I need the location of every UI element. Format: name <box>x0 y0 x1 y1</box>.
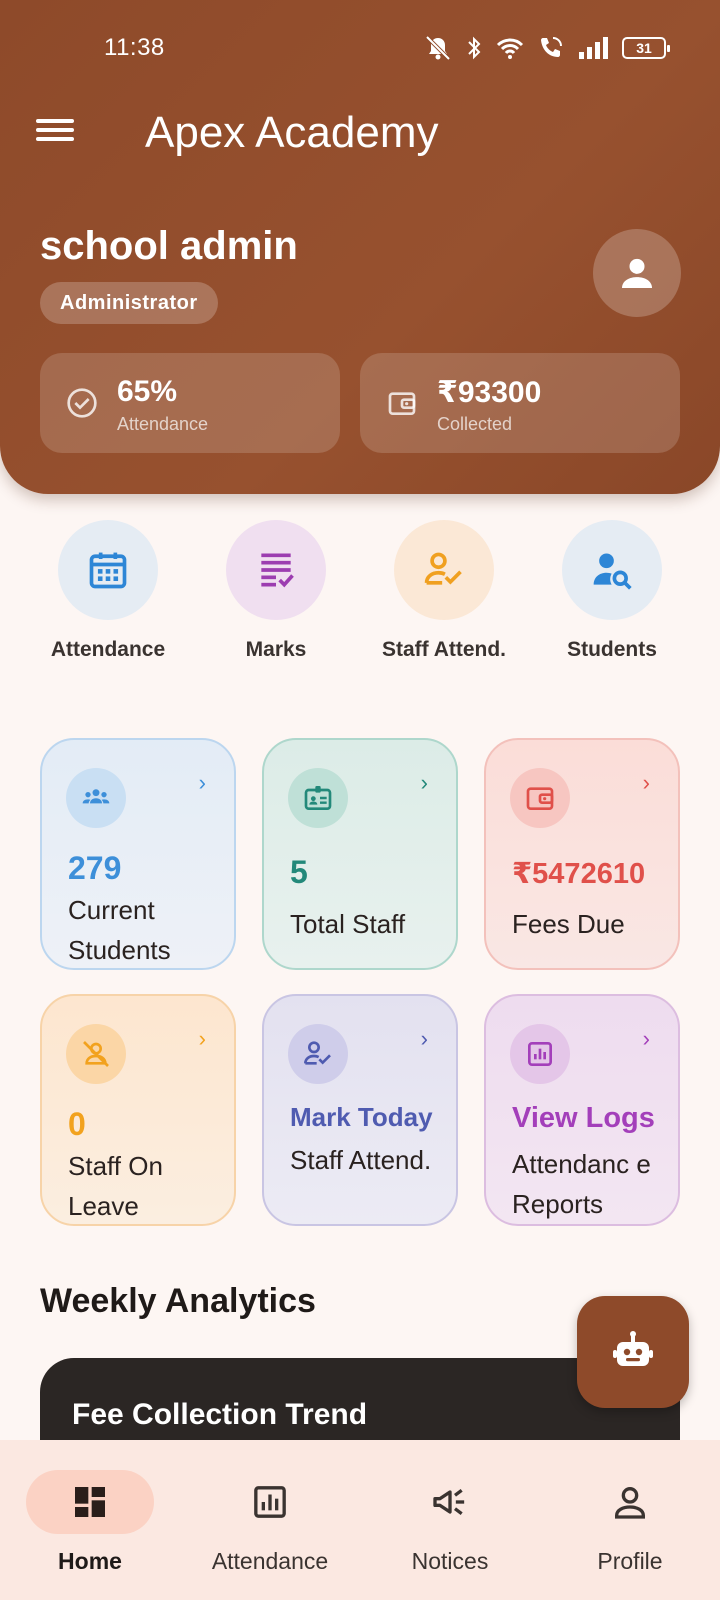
person-off-icon <box>83 1041 109 1067</box>
avatar[interactable] <box>593 229 681 317</box>
attendance-summary-value: 65% <box>117 375 178 408</box>
status-time: 11:38 <box>104 34 165 61</box>
fees-due-card[interactable]: › ₹5472610 Fees Due <box>484 738 680 970</box>
id-badge-icon <box>304 786 332 810</box>
nav-label: Attendance <box>211 1548 329 1574</box>
stat-icon-bg <box>66 768 126 828</box>
megaphone-icon <box>433 1489 465 1515</box>
calendar-icon <box>89 552 127 589</box>
dashboard-icon <box>75 1487 105 1517</box>
stat-value: 0 <box>68 1106 86 1142</box>
quick-action-label: Students <box>567 638 657 661</box>
chart-icon <box>528 1042 552 1066</box>
chevron-right-icon: › <box>420 1026 428 1051</box>
chevron-right-icon: › <box>420 770 428 795</box>
stat-value: View Logs <box>512 1102 655 1134</box>
quick-action-label: Attendance <box>50 638 166 661</box>
view-logs-card[interactable]: › View Logs Attendanc e Reports <box>484 994 680 1226</box>
quick-action-label: Marks <box>245 638 307 661</box>
collected-summary-label: Collected <box>437 414 513 434</box>
nav-notices[interactable]: Notices <box>360 1470 540 1575</box>
stat-label: Attendanc e Reports <box>512 1149 651 1219</box>
attendance-summary-card[interactable]: 65% Attendance <box>40 353 340 453</box>
quick-action-students[interactable]: Students <box>542 520 682 662</box>
person-search-icon <box>593 553 632 590</box>
bluetooth-icon <box>468 36 481 60</box>
nav-label: Notices <box>411 1548 489 1574</box>
collected-summary-value: ₹93300 <box>437 376 542 409</box>
stat-label: Staff Attend. <box>290 1145 432 1175</box>
user-name: school admin <box>40 224 298 268</box>
stat-value: 5 <box>290 854 308 890</box>
person-icon <box>622 258 652 288</box>
quick-action-staff-attendance[interactable]: Staff Attend. <box>374 520 514 662</box>
chevron-right-icon: › <box>642 770 650 795</box>
person-icon <box>615 1487 645 1519</box>
stat-icon-bg <box>510 1024 570 1084</box>
stat-icon-bg <box>288 768 348 828</box>
stat-value: ₹5472610 <box>512 858 646 890</box>
person-check-icon <box>304 1041 331 1065</box>
chevron-right-icon: › <box>642 1026 650 1051</box>
bell-off-icon <box>425 35 451 61</box>
signal-icon <box>579 37 608 59</box>
assistant-fab[interactable] <box>577 1296 689 1408</box>
nav-label: Profile <box>597 1548 663 1574</box>
robot-icon <box>613 1331 653 1366</box>
stat-value: Mark Today <box>290 1102 433 1132</box>
stat-value: 279 <box>68 850 122 886</box>
person-check-icon <box>424 552 462 585</box>
stat-label: Current Students <box>68 895 171 965</box>
stat-label: Fees Due <box>512 909 625 939</box>
nav-label: Home <box>58 1548 122 1574</box>
header: 11:38 31 Apex Academy school admin Admin… <box>0 0 720 494</box>
mark-today-card[interactable]: › Mark Today Staff Attend. <box>262 994 458 1226</box>
total-staff-card[interactable]: › 5 Total Staff <box>262 738 458 970</box>
stat-label: Staff On Leave <box>68 1151 163 1221</box>
quick-action-label: Staff Attend. <box>381 638 507 661</box>
quick-action-marks[interactable]: Marks <box>206 520 346 662</box>
stat-label: Total Staff <box>290 909 406 939</box>
quick-action-circle <box>562 520 662 620</box>
quick-action-circle <box>394 520 494 620</box>
trend-title: Fee Collection Trend <box>72 1398 368 1431</box>
nav-profile[interactable]: Profile <box>540 1470 720 1575</box>
current-students-card[interactable]: › 279 Current Students <box>40 738 236 970</box>
status-bar: 11:38 31 <box>0 0 720 96</box>
wallet-icon <box>388 392 416 415</box>
stat-icon-bg <box>288 1024 348 1084</box>
quick-action-circle <box>58 520 158 620</box>
app-title: Apex Academy <box>145 108 439 157</box>
nav-attendance[interactable]: Attendance <box>180 1470 360 1575</box>
bottom-nav: Home Attendance Notices Profile <box>0 1440 720 1600</box>
check-circle-icon <box>67 388 97 418</box>
staff-on-leave-card[interactable]: › 0 Staff On Leave <box>40 994 236 1226</box>
battery-icon: 31 <box>622 37 670 59</box>
quick-action-circle <box>226 520 326 620</box>
role-badge: Administrator <box>40 282 218 324</box>
section-title: Weekly Analytics <box>40 1282 316 1320</box>
wifi-icon <box>496 38 524 59</box>
nav-active-pill <box>26 1470 154 1534</box>
group-icon <box>82 789 110 804</box>
chevron-right-icon: › <box>198 770 206 795</box>
status-icons: 31 <box>424 34 670 62</box>
chevron-right-icon: › <box>198 1026 206 1051</box>
bar-chart-icon <box>254 1486 286 1518</box>
stat-icon-bg <box>66 1024 126 1084</box>
wallet-icon <box>526 787 554 810</box>
wifi-call-icon <box>541 37 562 57</box>
collected-summary-card[interactable]: ₹93300 Collected <box>360 353 680 453</box>
quick-action-attendance[interactable]: Attendance <box>38 520 178 662</box>
checklist-icon <box>261 553 294 588</box>
menu-button[interactable] <box>36 114 76 154</box>
stat-icon-bg <box>510 768 570 828</box>
nav-home[interactable]: Home <box>0 1470 180 1575</box>
attendance-summary-label: Attendance <box>117 414 209 434</box>
